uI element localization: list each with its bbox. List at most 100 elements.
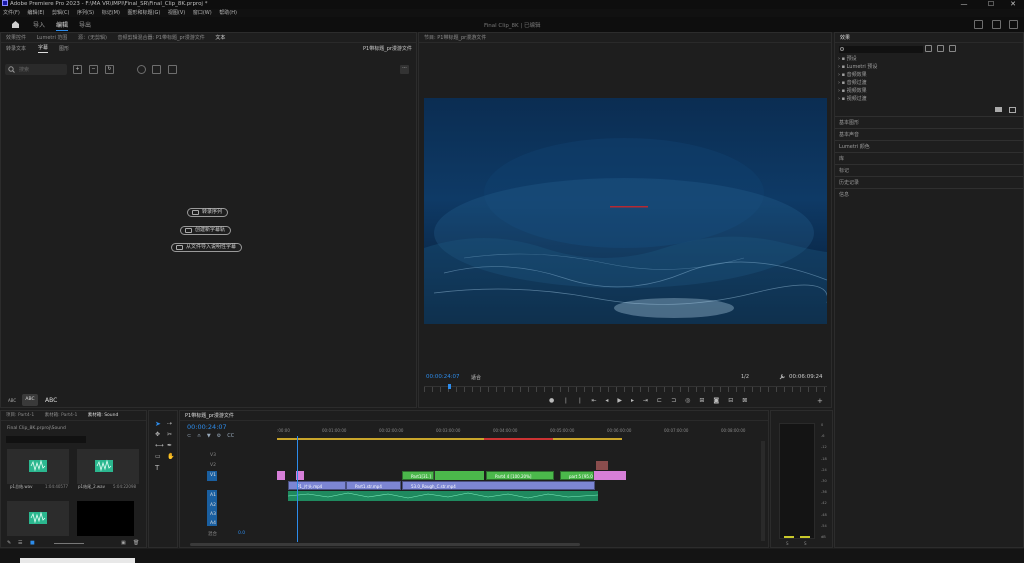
- section-markers[interactable]: 标记: [835, 164, 1023, 176]
- quality-dropdown[interactable]: 1/2: [741, 374, 749, 380]
- new-bin-icon[interactable]: [995, 107, 1002, 112]
- playhead-marker[interactable]: [448, 384, 451, 389]
- slip-tool-icon[interactable]: ⟷: [155, 442, 164, 449]
- subtab-captions[interactable]: 字幕: [38, 44, 49, 53]
- create-caption-track-button[interactable]: 创建新字幕轨: [180, 226, 232, 235]
- go-to-out-icon[interactable]: ⇥: [643, 397, 648, 407]
- tab-export[interactable]: 导出: [79, 20, 91, 29]
- clip-rough-cut[interactable]: 53.0_Rough_C.str.mp4: [402, 481, 595, 490]
- razor-tool-icon[interactable]: ✂: [167, 431, 172, 438]
- home-icon[interactable]: [11, 20, 20, 28]
- text-size-large[interactable]: ABC: [45, 397, 57, 404]
- bin-search-input[interactable]: [6, 436, 86, 443]
- add-button-icon[interactable]: +: [817, 397, 823, 405]
- comparison-icon[interactable]: ⊟: [728, 397, 733, 407]
- caption-tool-icon-2[interactable]: −: [89, 65, 98, 74]
- 32bit-effects-icon[interactable]: [937, 45, 944, 52]
- in-point-icon[interactable]: ❘: [563, 397, 568, 407]
- effects-item-audio-transitions[interactable]: › ▪ 音频过渡: [838, 80, 867, 87]
- solo-right[interactable]: S: [804, 541, 807, 546]
- caption-tool-icon-4[interactable]: [137, 65, 146, 74]
- quick-export-icon[interactable]: [992, 20, 1001, 29]
- subtab-transcript[interactable]: 转录文本: [6, 44, 26, 54]
- clip-v2-1[interactable]: [277, 471, 285, 480]
- tab-effect-controls[interactable]: 效果控件: [6, 35, 26, 41]
- selection-tool-icon[interactable]: ➤: [155, 420, 161, 428]
- tab-bin-sound[interactable]: 素材箱: Sound: [88, 413, 119, 418]
- fullscreen-icon[interactable]: [1009, 20, 1018, 29]
- close-button[interactable]: ✕: [1002, 0, 1024, 9]
- section-lumetri-color[interactable]: Lumetri 颜色: [835, 140, 1023, 152]
- more-options-icon[interactable]: ···: [400, 65, 409, 74]
- caption-tool-icon-6[interactable]: [168, 65, 177, 74]
- tab-lumetri-scopes[interactable]: Lumetri 范围: [37, 35, 68, 41]
- tab-project[interactable]: 项目: Part4-1: [6, 413, 34, 418]
- text-size-medium[interactable]: ABC: [22, 394, 38, 406]
- marker-icon[interactable]: ●: [549, 397, 554, 407]
- type-tool-icon[interactable]: T: [155, 464, 159, 472]
- section-libraries[interactable]: 库: [835, 152, 1023, 164]
- vertical-scrollbar[interactable]: [761, 441, 765, 541]
- transcribe-sequence-button[interactable]: 转录序列: [187, 208, 229, 217]
- effects-item-video-transitions[interactable]: › ▪ 视频过渡: [838, 96, 867, 103]
- search-input[interactable]: 搜索: [5, 64, 67, 75]
- section-history[interactable]: 历史记录: [835, 176, 1023, 188]
- tab-sequence[interactable]: P1带标题_pr漫游文件: [185, 413, 234, 419]
- tab-text[interactable]: 文本: [215, 35, 225, 41]
- clip-v2-end[interactable]: [594, 471, 626, 480]
- go-to-in-icon[interactable]: ⇤: [591, 397, 596, 407]
- menu-graphics[interactable]: 图形和标题(G): [128, 10, 161, 16]
- rectangle-tool-icon[interactable]: ▭: [155, 453, 161, 460]
- marker-add-icon[interactable]: ▼: [207, 433, 211, 439]
- linked-icon[interactable]: ∩: [197, 433, 201, 439]
- bin-item-thumb-3[interactable]: [7, 501, 69, 536]
- fit-dropdown[interactable]: 适合: [471, 374, 481, 381]
- bin-item-thumb-4[interactable]: [77, 501, 134, 536]
- menu-help[interactable]: 帮助(H): [219, 10, 237, 16]
- pen-tool-icon[interactable]: ✒: [167, 442, 172, 449]
- lift-icon[interactable]: ⊏: [657, 397, 662, 407]
- bin-item-thumb-2[interactable]: [77, 449, 139, 484]
- program-timecode[interactable]: 00:00:24:07: [426, 374, 460, 380]
- horizontal-scrollbar[interactable]: [190, 543, 580, 546]
- menu-clip[interactable]: 剪辑(C): [52, 10, 69, 16]
- snap-icon[interactable]: ⊂: [187, 433, 191, 439]
- settings-icon[interactable]: ⚙: [217, 433, 221, 439]
- wrench-icon[interactable]: [779, 373, 786, 380]
- caption-tool-icon-5[interactable]: [152, 65, 161, 74]
- pencil-icon[interactable]: ✎: [7, 540, 11, 546]
- menu-sequence[interactable]: 序列(S): [77, 10, 94, 16]
- menu-file[interactable]: 文件(F): [3, 10, 20, 16]
- clip-v3-1[interactable]: [596, 461, 608, 470]
- step-back-icon[interactable]: ◂: [605, 397, 608, 407]
- section-info[interactable]: 信息: [835, 188, 1023, 200]
- time-ruler[interactable]: :00:00 00:01:00:00 00:02:00:00 00:03:00:…: [277, 428, 759, 437]
- clip-part5[interactable]: part 5 [95.0: [560, 471, 594, 480]
- subtab-graphics[interactable]: 图形: [59, 44, 69, 54]
- timeline-playhead[interactable]: [297, 436, 298, 542]
- effects-item-video-effects[interactable]: › ▪ 视频效果: [838, 88, 867, 95]
- yuv-effects-icon[interactable]: [949, 45, 956, 52]
- accelerated-effects-icon[interactable]: [925, 45, 932, 52]
- mix-value[interactable]: 0.0: [238, 531, 245, 536]
- program-timeline-ruler[interactable]: [424, 386, 827, 392]
- tab-import[interactable]: 导入: [33, 20, 45, 29]
- tab-program[interactable]: 节目: P1带标题_pr漫游文件: [424, 35, 486, 41]
- captions-icon[interactable]: CC: [227, 433, 234, 439]
- menu-window[interactable]: 窗口(W): [193, 10, 212, 16]
- tab-bin-part4[interactable]: 素材箱: Part4-1: [45, 413, 78, 418]
- out-point-icon[interactable]: ❘: [577, 397, 582, 407]
- new-item-icon[interactable]: ▣: [121, 540, 126, 546]
- menu-markers[interactable]: 标记(M): [102, 10, 120, 16]
- safe-margins-icon[interactable]: ⊞: [699, 397, 704, 407]
- tab-audio-mixer[interactable]: 音频剪辑混合器: P1带标题_pr漫游文件: [118, 35, 205, 41]
- step-forward-icon[interactable]: ▸: [631, 397, 634, 407]
- bin-item-thumb-1[interactable]: [7, 449, 69, 484]
- camera-icon[interactable]: ◙: [713, 397, 719, 407]
- delete-icon[interactable]: [1009, 107, 1016, 113]
- zoom-slider[interactable]: [54, 543, 84, 544]
- timeline-timecode[interactable]: 00:00:24:07: [187, 423, 227, 431]
- icon-view-icon[interactable]: ■: [30, 540, 35, 546]
- section-essential-graphics[interactable]: 基本图形: [835, 116, 1023, 128]
- solo-left[interactable]: S: [786, 541, 789, 546]
